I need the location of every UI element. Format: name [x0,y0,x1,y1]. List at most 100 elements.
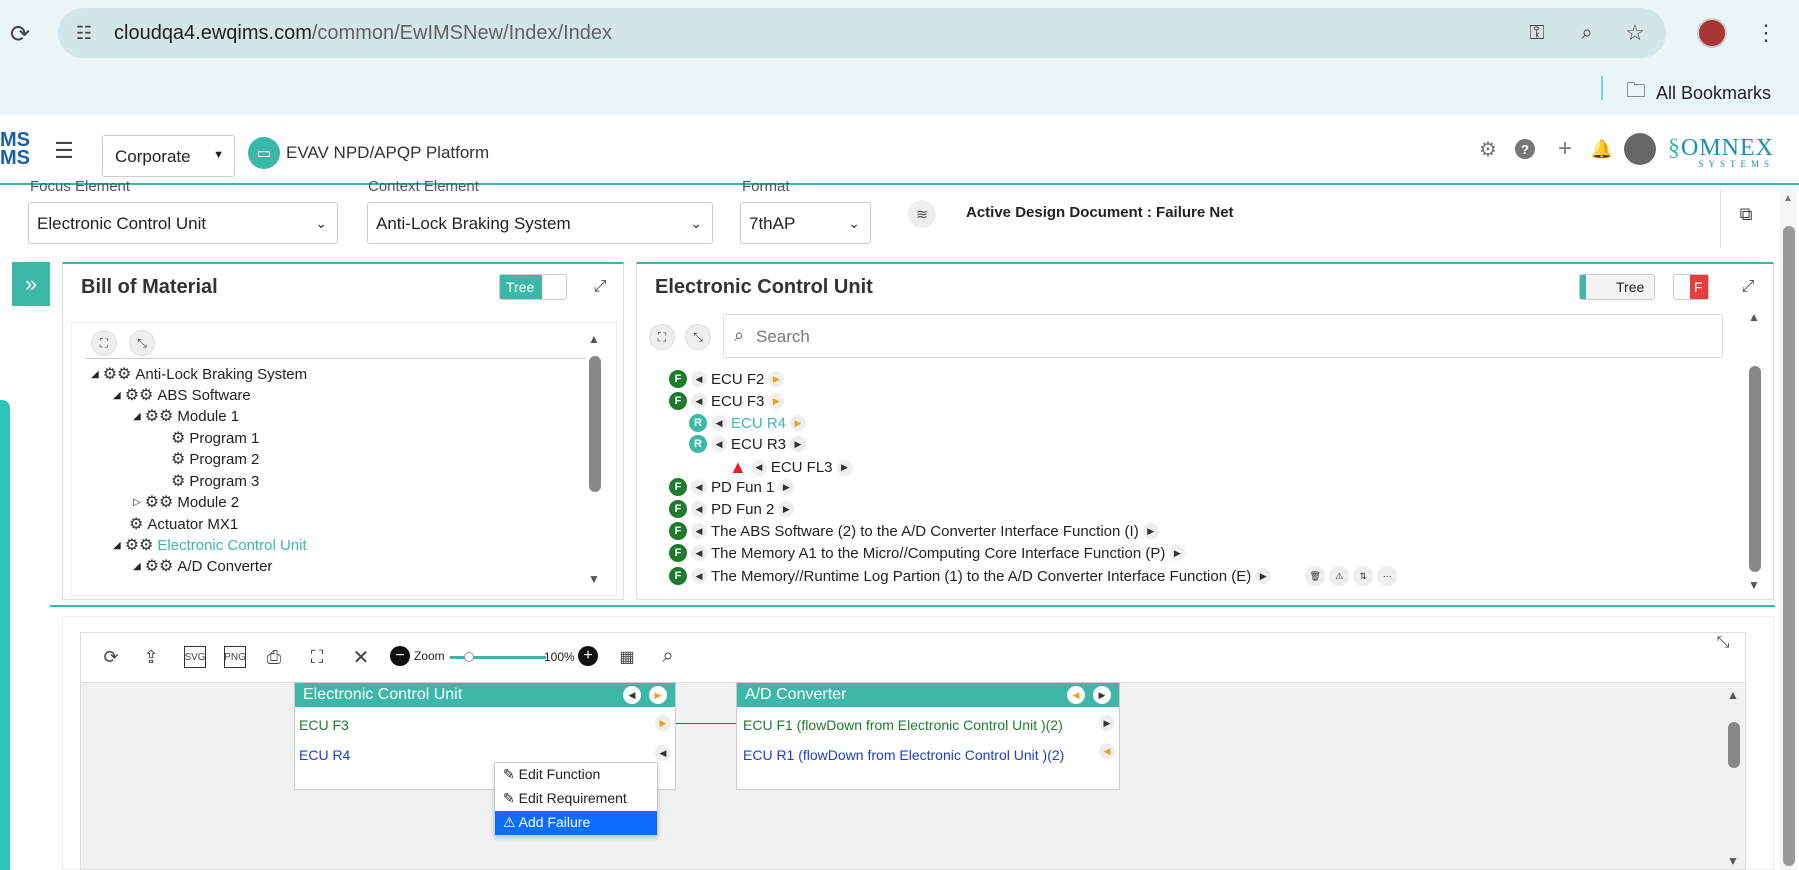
right-arrow-icon[interactable]: ▶ [649,686,667,704]
add-failure-item[interactable]: ⚠ Add Failure [495,811,657,835]
left-arrow-icon[interactable]: ◀ [691,568,707,584]
delete-icon[interactable]: 🗑 [1305,566,1326,586]
ecu-node[interactable]: F ◀ The ABS Software (2) to the A/D Conver… [669,522,1159,540]
tree-node[interactable]: ⚙ Program 3 [171,471,259,491]
star-icon[interactable]: ☆ [1622,20,1648,46]
edit-function-item[interactable]: ✎ Edit Function [495,763,657,787]
expand-sidebar-button[interactable]: » [12,262,50,306]
scroll-up-icon[interactable]: ▲ [1782,192,1794,204]
zoom-out-icon[interactable]: − [390,646,410,666]
ecu-node[interactable]: F ◀ ECU F3 ▶ [669,392,785,410]
right-arrow-icon[interactable]: ▶ [1169,545,1186,561]
scroll-down-icon[interactable]: ▼ [1726,854,1740,868]
right-arrow-icon[interactable]: ▶ [768,371,785,387]
collapse-diagram-icon[interactable]: ⤡ [1712,632,1734,654]
ecu-node[interactable]: F ◀ The Memory//Runtime Log Partion (1) to… [669,566,1398,586]
user-avatar[interactable] [1624,133,1656,165]
maximize-icon[interactable]: ⤢ [1737,276,1759,298]
help-icon[interactable]: ? [1515,139,1535,159]
zoom-in-icon[interactable]: + [578,646,598,666]
tree-node[interactable]: ⚙ Program 1 [171,428,259,448]
scroll-up-icon[interactable]: ▲ [1747,310,1761,324]
left-arrow-icon[interactable]: ◀ [691,371,707,387]
tree-node[interactable]: ◢ ⚙⚙ Module 1 [133,406,239,426]
failure-toggle[interactable]: F [1673,274,1709,300]
tree-node[interactable]: ◢ ⚙⚙ Anti-Lock Braking System [91,364,307,384]
more-icon[interactable]: ⋯ [1377,566,1398,586]
focus-element-select[interactable]: Electronic Control Unit ⌄ [28,202,338,244]
tree-node[interactable]: ⚙ Actuator MX1 [129,514,238,534]
png-export-icon[interactable]: PNG [224,646,246,668]
app-logo[interactable]: MS MS [0,130,30,168]
right-arrow-icon[interactable]: ▶ [1142,523,1159,539]
search-box[interactable]: ⌕ Search [723,314,1723,358]
corporate-select[interactable]: Corporate ▼ [102,135,235,177]
left-arrow-icon[interactable]: ◀ [691,501,707,517]
warning-icon[interactable]: ⚠ [1329,566,1350,586]
expand-all-icon[interactable]: ⛶ [91,330,117,356]
bom-tree-toggle[interactable]: Tree [499,274,567,300]
function-row[interactable]: ECU F1 (flowDown from Electronic Control… [743,717,1063,733]
ecu-node[interactable]: F ◀ PD Fun 1 ▶ [669,478,795,496]
export-icon[interactable]: ⇪ [140,646,162,668]
left-arrow-icon[interactable]: ◀ [711,436,727,452]
platform-selector[interactable]: ▭ EVAV NPD/APQP Platform [248,137,489,169]
page-scrollbar-thumb[interactable] [1783,226,1795,866]
right-arrow-icon[interactable]: ▶ [655,715,671,731]
collapse-all-icon[interactable]: ⤡ [129,330,155,356]
function-row[interactable]: ECU F3 [299,717,349,733]
refresh-icon[interactable]: ⟳ [100,646,122,668]
ecu-node[interactable]: ▲ ◀ ECU FL3 ▶ [729,457,853,478]
format-select[interactable]: 7thAP ⌄ [740,202,871,244]
all-bookmarks[interactable]: 🗀 All Bookmarks [1626,76,1771,110]
search-zoom-icon[interactable]: ⌕ [656,644,680,668]
right-arrow-icon[interactable]: ▶ [1255,568,1272,584]
tree-node[interactable]: ▷ ⚙⚙ Module 2 [133,492,239,512]
tree-node[interactable]: ⚙ Program 2 [171,449,259,469]
edit-requirement-item[interactable]: ✎ Edit Requirement [495,787,657,811]
requirement-row[interactable]: ECU R1 (flowDown from Electronic Control… [743,747,1064,763]
tree-node[interactable]: ◢ ⚙⚙ A/D Converter [133,556,272,576]
tree-node[interactable]: ◢ ⚙⚙ ABS Software [113,385,251,405]
diagram-scrollbar[interactable] [1728,722,1740,768]
right-arrow-icon[interactable]: ▶ [836,459,853,476]
print-icon[interactable]: ⎙ [262,646,286,668]
bom-scrollbar[interactable] [589,356,601,492]
expand-all-icon[interactable]: ⛶ [649,324,675,350]
right-arrow-icon[interactable]: ▶ [778,501,795,517]
settings-gear-icon[interactable]: ⚙ [1476,137,1500,161]
profile-avatar[interactable] [1697,18,1727,48]
left-arrow-icon[interactable]: ◀ [691,545,707,561]
right-arrow-icon[interactable]: ▶ [1099,715,1115,731]
left-arrow-icon[interactable]: ◀ [691,523,707,539]
grid-icon[interactable]: ▦ [616,646,638,668]
ecu-node[interactable]: F ◀ ECU F2 ▶ [669,370,785,388]
site-settings-icon[interactable]: ☷ [72,21,96,45]
scroll-down-icon[interactable]: ▼ [587,572,601,586]
ecu-scrollbar[interactable] [1749,366,1761,572]
sort-icon[interactable]: ⇅ [1353,566,1374,586]
ecu-node[interactable]: F ◀ PD Fun 2 ▶ [669,500,795,518]
right-arrow-icon[interactable]: ▶ [1093,686,1111,704]
right-arrow-icon[interactable]: ▶ [778,479,795,495]
scroll-up-icon[interactable]: ▲ [587,332,601,346]
left-arrow-icon[interactable]: ◀ [691,479,707,495]
menu-kebab-icon[interactable]: ⋮ [1754,18,1778,48]
copy-icon[interactable]: ⧉ [1734,202,1758,226]
requirement-row[interactable]: ECU R4 [299,747,350,763]
layers-icon[interactable]: ≋ [908,200,936,228]
reload-icon[interactable]: ⟳ [6,20,34,48]
ecu-tree-toggle[interactable]: Tree [1579,274,1655,300]
ecu-node[interactable]: R ◀ ECU R4 ▶ [689,414,807,432]
left-arrow-icon[interactable]: ◀ [1099,743,1115,759]
right-arrow-icon[interactable]: ▶ [790,415,807,431]
scroll-up-icon[interactable]: ▲ [1726,688,1740,702]
key-icon[interactable]: ⚿ [1524,20,1550,46]
zoom-icon[interactable]: ⌕ [1574,20,1600,46]
right-arrow-icon[interactable]: ▶ [768,393,785,409]
add-icon[interactable]: + [1553,135,1577,162]
address-bar[interactable]: ☷ cloudqa4.ewqims.com/common/EwIMSNew/In… [58,8,1666,58]
ecu-node[interactable]: F ◀ The Memory A1 to the Micro//Computing … [669,544,1186,562]
left-arrow-icon[interactable]: ◀ [1067,686,1085,704]
ecu-node[interactable]: R ◀ ECU R3 ▶ [689,435,807,453]
